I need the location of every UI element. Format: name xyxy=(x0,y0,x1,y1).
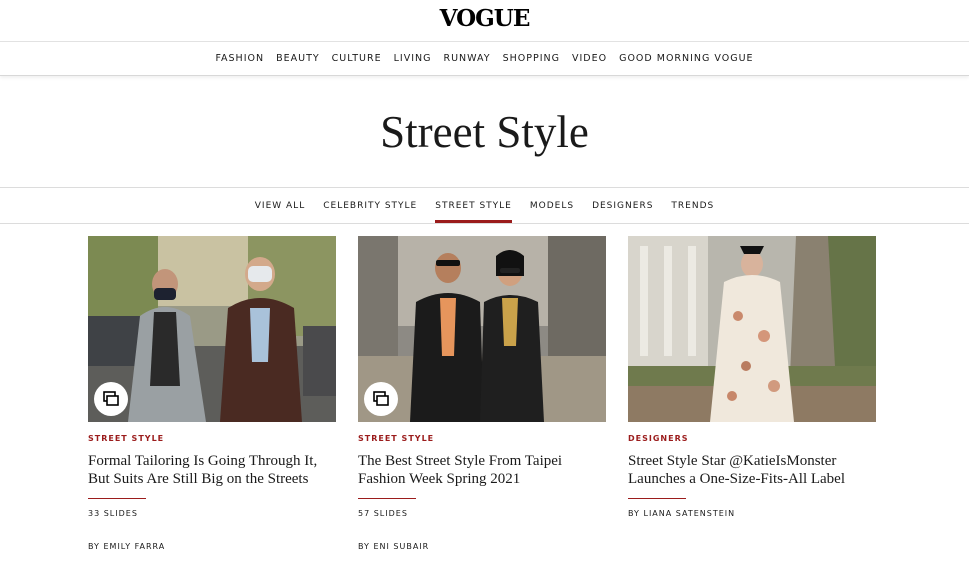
nav-item-living[interactable]: LIVING xyxy=(394,53,432,64)
article-headline[interactable]: Formal Tailoring Is Going Through It, Bu… xyxy=(88,452,336,488)
article-category[interactable]: STREET STYLE xyxy=(88,434,336,443)
vogue-logo[interactable]: VOGUE xyxy=(0,6,969,32)
article-headline[interactable]: The Best Street Style From Taipei Fashio… xyxy=(358,452,606,488)
nav-item-runway[interactable]: RUNWAY xyxy=(443,53,490,64)
nav-item-video[interactable]: VIDEO xyxy=(572,53,607,64)
slide-count: 33 SLIDES xyxy=(88,509,138,518)
nav-item-beauty[interactable]: BEAUTY xyxy=(276,53,320,64)
subnav-item-trends[interactable]: TRENDS xyxy=(671,188,714,223)
article-headline[interactable]: Street Style Star @KatieIsMonster Launch… xyxy=(628,452,876,488)
article-image[interactable] xyxy=(628,236,876,422)
gallery-icon xyxy=(373,391,389,406)
subnav-item-celebrity-style[interactable]: CELEBRITY STYLE xyxy=(323,188,417,223)
gallery-button[interactable] xyxy=(364,382,398,416)
gallery-icon xyxy=(103,391,119,406)
nav-item-fashion[interactable]: FASHION xyxy=(215,53,264,64)
street-photo-floral-dress xyxy=(628,236,876,422)
main-nav: FASHION BEAUTY CULTURE LIVING RUNWAY SHO… xyxy=(0,42,969,76)
nav-item-good-morning-vogue[interactable]: GOOD MORNING VOGUE xyxy=(619,53,753,64)
article-card: DESIGNERS Street Style Star @KatieIsMons… xyxy=(628,236,876,518)
article-card: STREET STYLE Formal Tailoring Is Going T… xyxy=(88,236,336,551)
divider xyxy=(358,498,416,499)
article-byline[interactable]: BY LIANA SATENSTEIN xyxy=(628,509,876,518)
article-category[interactable]: STREET STYLE xyxy=(358,434,606,443)
subnav-item-models[interactable]: MODELS xyxy=(530,188,574,223)
nav-item-shopping[interactable]: SHOPPING xyxy=(503,53,560,64)
article-image[interactable] xyxy=(358,236,606,422)
subnav-item-designers[interactable]: DESIGNERS xyxy=(592,188,653,223)
article-image[interactable] xyxy=(88,236,336,422)
nav-item-culture[interactable]: CULTURE xyxy=(332,53,382,64)
article-card: STREET STYLE The Best Street Style From … xyxy=(358,236,606,551)
masthead: VOGUE xyxy=(0,0,969,42)
subnav-item-view-all[interactable]: VIEW ALL xyxy=(255,188,305,223)
sub-nav: VIEW ALL CELEBRITY STYLE STREET STYLE MO… xyxy=(0,187,969,224)
gallery-button[interactable] xyxy=(94,382,128,416)
article-byline[interactable]: BY EMILY FARRA xyxy=(88,542,336,551)
slide-count: 57 SLIDES xyxy=(358,509,408,518)
divider xyxy=(88,498,146,499)
subnav-item-street-style[interactable]: STREET STYLE xyxy=(435,188,512,223)
article-byline[interactable]: BY ENI SUBAIR xyxy=(358,542,606,551)
article-category[interactable]: DESIGNERS xyxy=(628,434,876,443)
divider xyxy=(628,498,686,499)
page-title: Street Style xyxy=(380,107,589,157)
